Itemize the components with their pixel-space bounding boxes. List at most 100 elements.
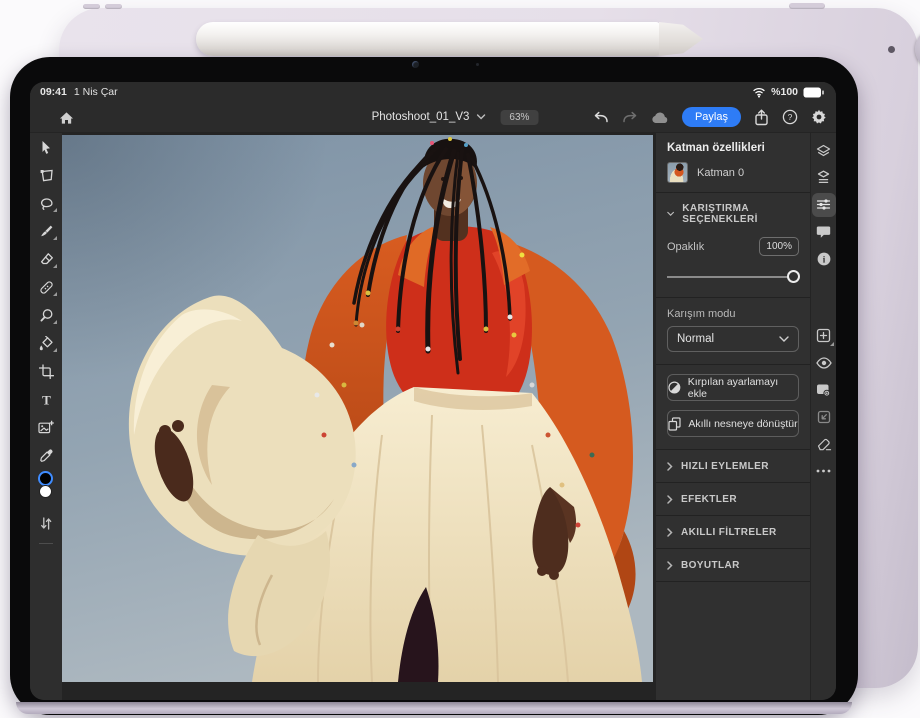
zoom-level-badge[interactable]: 63%	[500, 110, 538, 125]
lasso-tool[interactable]	[30, 189, 62, 217]
blend-mode-value: Normal	[677, 333, 714, 345]
tool-bar: T	[30, 133, 62, 700]
rear-camera	[915, 28, 920, 70]
canvas-photo[interactable]	[62, 135, 653, 682]
wifi-icon	[752, 86, 766, 98]
layers-icon[interactable]	[812, 137, 836, 164]
section-dimensions[interactable]: BOYUTLAR	[656, 549, 810, 581]
layer-properties-icon[interactable]	[812, 164, 836, 191]
blending-options-label: KARIŞTIRMA SEÇENEKLERİ	[682, 203, 799, 225]
export-icon[interactable]	[754, 109, 769, 126]
eyedropper-tool[interactable]	[30, 441, 62, 469]
healing-brush-tool[interactable]	[30, 273, 62, 301]
volume-button-2	[105, 4, 122, 9]
share-button[interactable]: Paylaş	[682, 107, 741, 127]
swap-colors-button[interactable]	[30, 509, 62, 537]
section-label: BOYUTLAR	[681, 560, 740, 571]
status-bar: 09:41 1 Nis Çar %100	[30, 82, 836, 102]
blending-options-header[interactable]: KARIŞTIRMA SEÇENEKLERİ	[656, 193, 810, 235]
smart-object-icon	[668, 417, 681, 431]
layer-thumbnail[interactable]	[667, 162, 688, 183]
battery-icon	[803, 87, 824, 98]
toolbar-divider	[39, 543, 53, 544]
canvas-area[interactable]	[62, 133, 655, 700]
move-tool[interactable]	[30, 133, 62, 161]
panel-divider	[656, 364, 810, 365]
clock: 09:41	[40, 86, 67, 98]
background-color-swatch[interactable]	[39, 485, 52, 498]
color-swatches[interactable]	[30, 471, 62, 509]
ipad-front-device: 09:41 1 Nis Çar %100	[10, 57, 858, 715]
zoom-tool[interactable]	[30, 301, 62, 329]
fill-tool[interactable]	[30, 329, 62, 357]
button-label: Kırpılan ayarlamayı ekle	[688, 376, 798, 400]
layer-name: Katman 0	[697, 167, 744, 179]
svg-text:T: T	[42, 393, 51, 406]
opacity-value-box[interactable]: 100%	[759, 237, 799, 256]
help-icon[interactable]: ?	[782, 109, 798, 125]
clip-export-icon[interactable]	[812, 403, 836, 430]
section-label: AKILLI FİLTRELER	[681, 527, 777, 538]
transform-tool[interactable]	[30, 161, 62, 189]
crop-tool[interactable]	[30, 357, 62, 385]
layer-properties-panel: Katman özellikleri Katman 0 KARIŞTIRMA S…	[655, 133, 810, 700]
settings-gear-icon[interactable]	[811, 109, 827, 125]
visibility-eye-icon[interactable]	[812, 349, 836, 376]
section-label: EFEKTLER	[681, 494, 737, 505]
button-label: Akıllı nesneye dönüştür	[688, 418, 797, 430]
opacity-row: Opaklık 100%	[656, 235, 810, 258]
redo-button[interactable]	[622, 110, 638, 124]
blend-mode-label: Karışım modu	[656, 298, 810, 326]
more-icon[interactable]	[812, 457, 836, 484]
comments-icon[interactable]	[812, 218, 836, 245]
document-title-group[interactable]: Photoshoot_01_V3 63%	[372, 110, 539, 125]
chevron-down-icon	[476, 114, 485, 120]
brush-tool[interactable]	[30, 217, 62, 245]
slider-handle[interactable]	[787, 270, 800, 283]
chevron-right-icon	[667, 495, 673, 504]
add-layer-icon[interactable]	[812, 322, 836, 349]
info-icon[interactable]: i	[812, 245, 836, 272]
power-button	[789, 3, 825, 9]
properties-sliders-icon[interactable]	[812, 193, 836, 217]
chevron-down-icon	[779, 336, 789, 342]
home-button[interactable]	[56, 108, 76, 128]
right-icon-rail: i	[810, 133, 836, 700]
chevron-right-icon	[667, 561, 673, 570]
convert-smart-object-button[interactable]: Akıllı nesneye dönüştür	[667, 410, 799, 437]
chevron-right-icon	[667, 528, 673, 537]
volume-button-1	[83, 4, 100, 9]
add-clipped-adjustment-button[interactable]: Kırpılan ayarlamayı ekle	[667, 374, 799, 401]
apple-pencil	[196, 22, 660, 56]
chevron-right-icon	[667, 462, 673, 471]
opacity-label: Opaklık	[667, 241, 704, 253]
section-quick-actions[interactable]: HIZLI EYLEMLER	[656, 450, 810, 482]
panel-divider	[656, 581, 810, 582]
blend-mode-dropdown[interactable]: Normal	[667, 326, 799, 352]
panel-title: Katman özellikleri	[656, 133, 810, 161]
cloud-sync-icon[interactable]	[651, 111, 669, 124]
clipped-adjustment-icon	[668, 381, 681, 394]
layer-preview-icon[interactable]	[812, 376, 836, 403]
title-bar: Photoshoot_01_V3 63% P	[30, 102, 836, 133]
type-tool[interactable]: T	[30, 385, 62, 413]
chevron-down-icon	[667, 211, 674, 217]
rear-mic-dot	[888, 46, 895, 53]
opacity-slider[interactable]	[667, 270, 799, 283]
cleanup-icon[interactable]	[812, 430, 836, 457]
undo-button[interactable]	[593, 110, 609, 124]
section-label: HIZLI EYLEMLER	[681, 461, 769, 472]
scene: 09:41 1 Nis Çar %100	[0, 0, 920, 718]
section-effects[interactable]: EFEKTLER	[656, 483, 810, 515]
date: 1 Nis Çar	[74, 86, 118, 98]
section-smart-filters[interactable]: AKILLI FİLTRELER	[656, 516, 810, 548]
front-camera-dot	[412, 61, 419, 68]
photoshop-app-screen: 09:41 1 Nis Çar %100	[30, 82, 836, 700]
svg-text:?: ?	[788, 112, 793, 122]
slider-track[interactable]	[667, 276, 799, 278]
document-title: Photoshoot_01_V3	[372, 111, 470, 123]
foreground-color-swatch[interactable]	[38, 471, 53, 486]
place-image-tool[interactable]	[30, 413, 62, 441]
layer-row[interactable]: Katman 0	[656, 161, 810, 192]
eraser-tool[interactable]	[30, 245, 62, 273]
